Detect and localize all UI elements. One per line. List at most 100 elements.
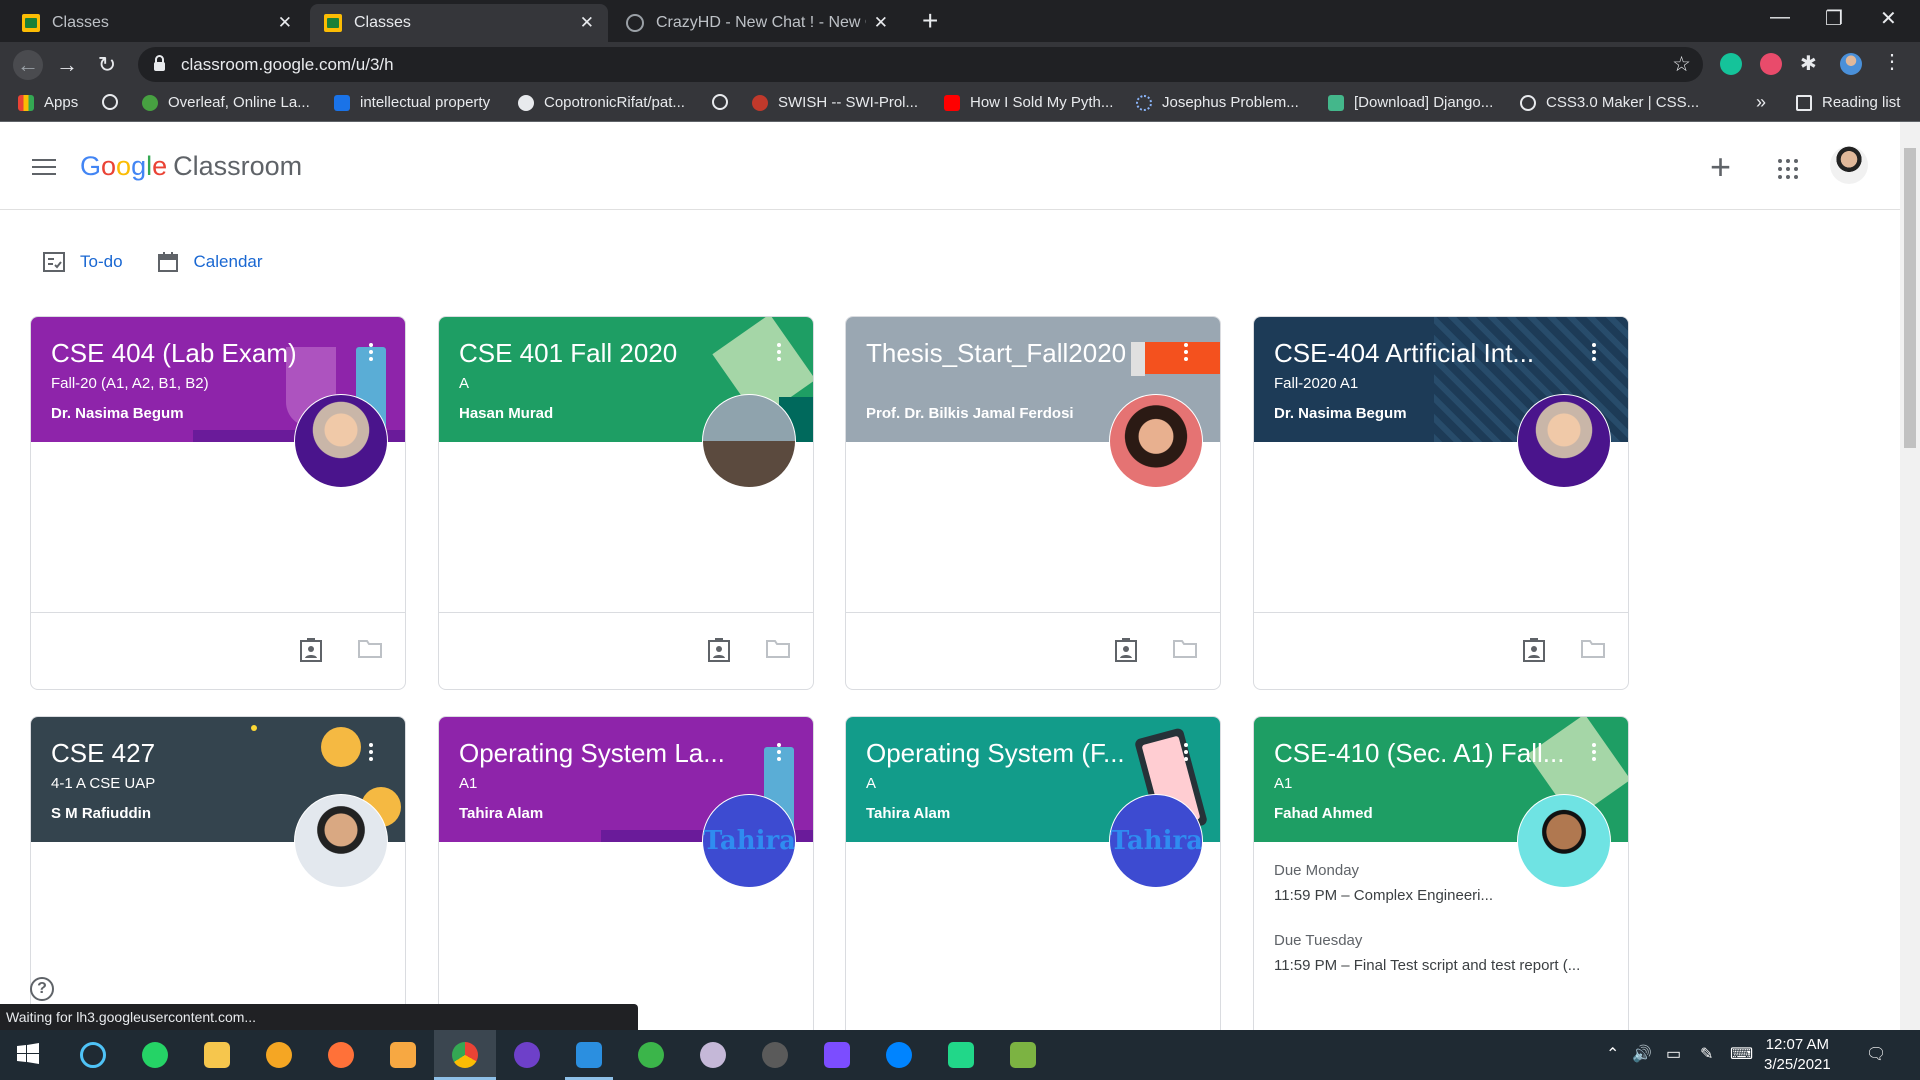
whatsapp-icon[interactable] [142,1042,168,1068]
class-card[interactable]: Operating System La... A1 Tahira Alam Ta… [438,716,814,1030]
app-icon[interactable] [700,1042,726,1068]
restore-icon[interactable]: ❐ [1825,6,1843,31]
assignments-icon[interactable] [299,637,323,663]
calendar-link[interactable]: Calendar [156,250,263,274]
address-bar[interactable]: classroom.google.com/u/3/h ☆ [138,47,1703,82]
bookmark-swish[interactable]: SWISH -- SWI-Prol... [752,94,918,111]
class-title[interactable]: CSE 401 Fall 2020 [459,338,677,369]
app-icon[interactable] [1010,1042,1036,1068]
class-options-icon[interactable] [369,343,373,364]
bookmark-globe[interactable] [102,94,128,110]
app-icon[interactable] [80,1042,106,1068]
class-title[interactable]: CSE-404 Artificial Int... [1274,338,1534,369]
pen-icon[interactable]: ✎ [1700,1044,1713,1064]
reading-list-button[interactable]: Reading list [1796,94,1900,111]
create-join-class-button[interactable]: + [1710,146,1731,188]
bookmark-intellectual-property[interactable]: intellectual property [334,94,490,111]
windows-start-icon[interactable] [16,1042,42,1068]
class-title[interactable]: Thesis_Start_Fall2020 [866,338,1126,369]
pycharm-icon[interactable] [948,1042,974,1068]
bookmark-css3[interactable]: CSS3.0 Maker | CSS... [1520,94,1699,111]
app-icon[interactable] [638,1042,664,1068]
scrollbar-thumb[interactable] [1904,148,1916,448]
class-options-icon[interactable] [1592,343,1596,364]
file-explorer-icon[interactable] [204,1042,230,1068]
help-icon[interactable]: ? [30,977,54,1001]
class-folder-icon[interactable] [765,637,791,659]
bookmark-youtube[interactable]: How I Sold My Pyth... [944,94,1113,111]
keyboard-icon[interactable]: ⌨ [1730,1044,1753,1064]
visual-studio-icon[interactable] [824,1042,850,1068]
bookmark-github[interactable]: CopotronicRifat/pat... [518,94,685,111]
app-icon[interactable] [762,1042,788,1068]
back-button[interactable]: ← [13,50,43,80]
bookmark-josephus[interactable]: Josephus Problem... [1136,94,1299,111]
class-title[interactable]: CSE-410 (Sec. A1) Fall... [1274,738,1564,769]
vscode-icon[interactable] [576,1042,602,1068]
app-icon[interactable] [266,1042,292,1068]
due-assignment-link[interactable]: 11:59 PM – Complex Engineeri... [1274,887,1493,904]
class-title[interactable]: CSE 427 [51,738,155,769]
firefox-icon[interactable] [328,1042,354,1068]
messenger-icon[interactable] [886,1042,912,1068]
assignments-icon[interactable] [1522,637,1546,663]
class-card[interactable]: CSE 404 (Lab Exam) Fall-20 (A1, A2, B1, … [30,316,406,690]
bookmark-globe-2[interactable] [712,94,738,110]
class-title[interactable]: Operating System (F... [866,738,1125,769]
extension-icon[interactable] [1760,53,1782,75]
system-clock[interactable]: 12:07 AM 3/25/2021 [1764,1035,1831,1075]
class-card[interactable]: CSE-404 Artificial Int... Fall-2020 A1 D… [1253,316,1629,690]
class-card[interactable]: CSE 427 4-1 A CSE UAP S M Rafiuddin [30,716,406,1030]
class-folder-icon[interactable] [1580,637,1606,659]
grammarly-extension-icon[interactable] [1720,53,1742,75]
profile-avatar[interactable] [1840,53,1862,75]
bookmark-star-icon[interactable]: ☆ [1672,52,1691,77]
main-menu-icon[interactable] [32,159,56,180]
due-assignment-link[interactable]: 11:59 PM – Final Test script and test re… [1274,957,1580,974]
bookmark-django[interactable]: [Download] Django... [1328,94,1493,111]
google-classroom-logo[interactable]: Google Classroom [80,151,302,182]
close-window-icon[interactable]: ✕ [1880,6,1897,31]
forward-button[interactable]: → [52,50,82,80]
class-title[interactable]: CSE 404 (Lab Exam) [51,338,297,369]
class-options-icon[interactable] [1592,743,1596,764]
tab-classes-1[interactable]: Classes ✕ [8,4,306,42]
chrome-icon[interactable] [452,1042,478,1068]
close-tab-icon[interactable]: ✕ [278,13,292,33]
tab-classes-2[interactable]: Classes ✕ [310,4,608,42]
app-icon[interactable] [390,1042,416,1068]
class-card[interactable]: CSE-410 (Sec. A1) Fall... A1 Fahad Ahmed… [1253,716,1629,1030]
google-apps-icon[interactable] [1778,159,1798,179]
notifications-icon[interactable]: 🗨 [1866,1044,1886,1064]
browser-menu-icon[interactable]: ⋮ [1882,49,1904,73]
close-tab-icon[interactable]: ✕ [580,13,594,33]
todo-link[interactable]: To-do [42,250,123,274]
bookmark-overleaf[interactable]: Overleaf, Online La... [142,94,310,111]
assignments-icon[interactable] [1114,637,1138,663]
class-folder-icon[interactable] [1172,637,1198,659]
page-scrollbar[interactable] [1900,122,1920,1030]
class-folder-icon[interactable] [357,637,383,659]
class-card[interactable]: Operating System (F... A Tahira Alam Tah… [845,716,1221,1030]
puzzle-extensions-icon[interactable]: ✱ [1800,51,1822,75]
show-hidden-icons[interactable]: ⌃ [1606,1044,1619,1064]
close-tab-icon[interactable]: ✕ [874,13,888,33]
bookmark-apps[interactable]: Apps [18,94,78,111]
reload-button[interactable]: ↻ [92,50,122,80]
account-avatar[interactable] [1830,146,1868,184]
more-bookmarks-button[interactable]: » [1756,92,1766,113]
github-desktop-icon[interactable] [514,1042,540,1068]
class-options-icon[interactable] [1184,343,1188,364]
new-tab-button[interactable]: + [922,6,938,36]
class-options-icon[interactable] [777,743,781,764]
minimize-icon[interactable]: — [1770,6,1790,29]
class-options-icon[interactable] [777,343,781,364]
class-options-icon[interactable] [1184,743,1188,764]
class-options-icon[interactable] [369,743,373,764]
assignments-icon[interactable] [707,637,731,663]
network-icon[interactable]: ▭ [1666,1044,1681,1064]
class-card[interactable]: Thesis_Start_Fall2020 Prof. Dr. Bilkis J… [845,316,1221,690]
class-title[interactable]: Operating System La... [459,738,725,769]
volume-icon[interactable]: 🔊 [1632,1044,1652,1064]
class-card[interactable]: CSE 401 Fall 2020 A Hasan Murad [438,316,814,690]
